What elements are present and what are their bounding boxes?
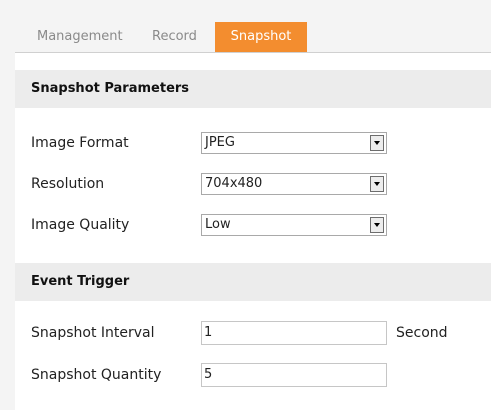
tab-management[interactable]: Management xyxy=(37,22,123,52)
image-format-select[interactable]: JPEG xyxy=(201,132,387,154)
tab-record[interactable]: Record xyxy=(152,22,197,52)
image-format-value: JPEG xyxy=(205,135,235,150)
snapshot-interval-label: Snapshot Interval xyxy=(31,325,155,341)
snapshot-interval-input[interactable]: 1 xyxy=(201,321,387,345)
snapshot-panel: Snapshot Parameters Image Format JPEG Re… xyxy=(15,53,491,410)
resolution-value: 704x480 xyxy=(205,176,263,191)
snapshot-quantity-label: Snapshot Quantity xyxy=(31,367,162,383)
image-quality-value: Low xyxy=(205,217,231,232)
snapshot-parameters-header: Snapshot Parameters xyxy=(15,70,491,108)
dropdown-arrow-icon[interactable] xyxy=(370,217,384,233)
resolution-select[interactable]: 704x480 xyxy=(201,173,387,195)
dropdown-arrow-icon[interactable] xyxy=(370,135,384,151)
image-quality-label: Image Quality xyxy=(31,217,130,233)
snapshot-interval-unit: Second xyxy=(396,325,448,341)
snapshot-quantity-input[interactable]: 5 xyxy=(201,363,387,387)
dropdown-arrow-icon[interactable] xyxy=(370,176,384,192)
image-format-label: Image Format xyxy=(31,135,129,151)
event-trigger-header: Event Trigger xyxy=(15,263,491,301)
tab-snapshot[interactable]: Snapshot xyxy=(215,22,307,52)
tab-bar: Management Record Snapshot xyxy=(15,14,491,53)
resolution-label: Resolution xyxy=(31,176,105,192)
image-quality-select[interactable]: Low xyxy=(201,214,387,236)
